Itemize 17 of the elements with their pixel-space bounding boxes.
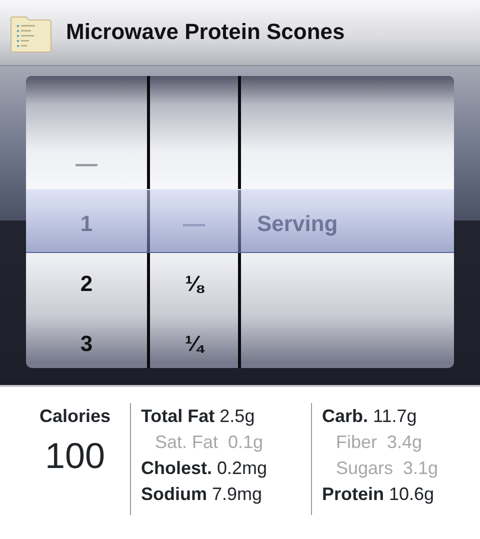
nutrient-line: Carb. 11.7g <box>322 405 417 428</box>
recipe-title: Microwave Protein Scones <box>66 19 345 46</box>
picker-option[interactable]: ⅛ <box>184 266 204 300</box>
picker-wheel[interactable]: — ⅛ ¼ <box>150 76 238 368</box>
calories-label: Calories <box>39 405 111 428</box>
picker-option[interactable]: ¼ <box>184 326 204 360</box>
picker-wheel[interactable]: — 1 2 3 <box>26 76 147 368</box>
nutrient-line: Sat. Fat 0.1g <box>154 431 264 454</box>
nutrient-line: Cholest. 0.2mg <box>141 457 268 480</box>
nutrient-line: Fiber 3.4g <box>335 431 422 454</box>
nutrient-line: Sugars 3.1g <box>335 457 438 480</box>
nutrient-line: Sodium 7.9mg <box>141 483 262 506</box>
calories-value: 100 <box>44 434 106 478</box>
picker-option[interactable]: 2 <box>80 266 93 300</box>
nutrient-line: Total Fat 2.5g <box>141 405 255 428</box>
picker-option[interactable]: 3 <box>80 326 93 360</box>
nutrient-line: Protein 10.6g <box>322 483 434 506</box>
